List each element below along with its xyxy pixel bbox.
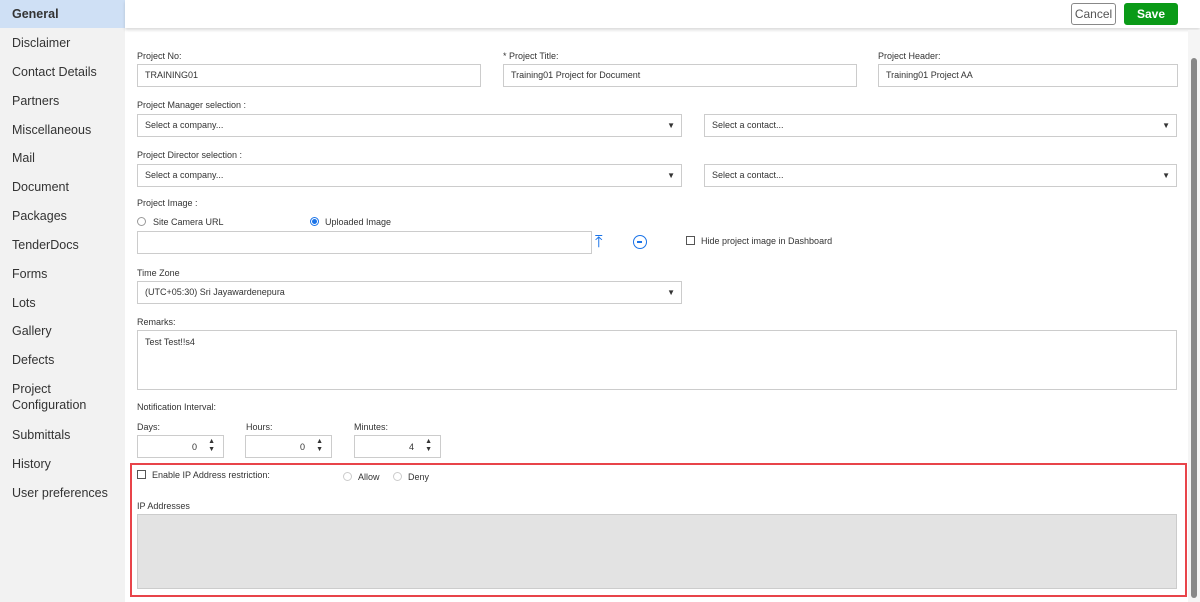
stepper-arrows-icon[interactable]: ▲ ▼ (425, 438, 432, 454)
sidebar-item-miscellaneous[interactable]: Miscellaneous (0, 122, 125, 138)
upload-icon[interactable]: ⤒ (595, 232, 603, 252)
chevron-down-icon: ▼ (1162, 121, 1170, 130)
hours-value: 0 (299, 442, 305, 452)
sidebar: General Disclaimer Contact Details Partn… (0, 0, 125, 602)
image-url-input[interactable] (137, 231, 592, 254)
ip-addresses-label: IP Addresses (137, 501, 190, 511)
remove-icon[interactable] (633, 235, 647, 249)
sidebar-item-user-preferences[interactable]: User preferences (0, 485, 125, 501)
stepper-arrows-icon[interactable]: ▲ ▼ (208, 438, 215, 454)
minutes-stepper[interactable]: 4 ▲ ▼ (354, 435, 441, 458)
hours-stepper[interactable]: 0 ▲ ▼ (245, 435, 332, 458)
pd-company-value: Select a company... (145, 170, 224, 180)
minutes-value: 4 (408, 442, 414, 452)
sidebar-item-disclaimer[interactable]: Disclaimer (0, 35, 125, 51)
minutes-label: Minutes: (354, 422, 389, 432)
project-no-label: Project No: (137, 51, 182, 61)
pm-company-select[interactable]: Select a company... ▼ (137, 114, 682, 137)
sidebar-item-tenderdocs[interactable]: TenderDocs (0, 237, 125, 253)
scrollbar[interactable] (1188, 30, 1200, 602)
sidebar-item-document[interactable]: Document (0, 179, 125, 195)
sidebar-item-partners[interactable]: Partners (0, 93, 125, 109)
project-header-label: Project Header: (878, 51, 941, 61)
site-camera-radio[interactable] (137, 217, 146, 226)
pm-contact-select[interactable]: Select a contact... ▼ (704, 114, 1177, 137)
sidebar-item-general[interactable]: General (0, 0, 125, 28)
ip-addresses-textarea[interactable] (137, 514, 1177, 589)
remarks-label: Remarks: (137, 317, 176, 327)
cancel-button[interactable]: Cancel (1071, 3, 1116, 25)
pm-company-value: Select a company... (145, 120, 224, 130)
timezone-value: (UTC+05:30) Sri Jayawardenepura (145, 287, 285, 297)
sidebar-item-defects[interactable]: Defects (0, 352, 125, 368)
timezone-label: Time Zone (137, 268, 180, 278)
project-image-label: Project Image : (137, 198, 198, 208)
pd-contact-select[interactable]: Select a contact... ▼ (704, 164, 1177, 187)
uploaded-image-label: Uploaded Image (325, 217, 392, 227)
chevron-down-icon: ▼ (667, 121, 675, 130)
project-title-input[interactable]: Training01 Project for Document (503, 64, 857, 87)
project-title-label: * Project Title: (503, 51, 559, 61)
deny-label: Deny (408, 472, 430, 482)
project-manager-label: Project Manager selection : (137, 100, 247, 110)
notification-interval-label: Notification Interval: (137, 402, 217, 412)
hide-image-label: Hide project image in Dashboard (701, 236, 833, 246)
allow-label: Allow (358, 472, 380, 482)
ip-restriction-label: Enable IP Address restriction: (152, 470, 270, 480)
sidebar-item-gallery[interactable]: Gallery (0, 323, 125, 339)
days-value: 0 (191, 442, 197, 452)
chevron-down-icon: ▼ (667, 288, 675, 297)
stepper-arrows-icon[interactable]: ▲ ▼ (316, 438, 323, 454)
sidebar-item-submittals[interactable]: Submittals (0, 427, 125, 443)
sidebar-item-mail[interactable]: Mail (0, 150, 125, 166)
deny-radio[interactable] (393, 472, 402, 481)
project-director-label: Project Director selection : (137, 150, 243, 160)
days-stepper[interactable]: 0 ▲ ▼ (137, 435, 224, 458)
site-camera-label: Site Camera URL (153, 217, 224, 227)
pm-contact-value: Select a contact... (712, 120, 784, 130)
sidebar-item-lots[interactable]: Lots (0, 295, 125, 311)
chevron-down-icon: ▼ (667, 171, 675, 180)
remarks-textarea[interactable]: Test Test!!s4 (137, 330, 1177, 390)
project-header-input[interactable]: Training01 Project AA (878, 64, 1178, 87)
hide-image-checkbox[interactable] (686, 236, 695, 245)
sidebar-item-contact-details[interactable]: Contact Details (0, 64, 125, 80)
scrollbar-thumb[interactable] (1191, 58, 1197, 598)
ip-restriction-checkbox[interactable] (137, 470, 146, 479)
save-button[interactable]: Save (1124, 3, 1178, 25)
uploaded-image-radio[interactable] (310, 217, 319, 226)
days-label: Days: (137, 422, 161, 432)
sidebar-item-forms[interactable]: Forms (0, 266, 125, 282)
sidebar-item-packages[interactable]: Packages (0, 208, 125, 224)
pd-contact-value: Select a contact... (712, 170, 784, 180)
chevron-down-icon: ▼ (1162, 171, 1170, 180)
hours-label: Hours: (246, 422, 273, 432)
allow-radio[interactable] (343, 472, 352, 481)
pd-company-select[interactable]: Select a company... ▼ (137, 164, 682, 187)
sidebar-item-history[interactable]: History (0, 456, 125, 472)
toolbar: Cancel Save (125, 0, 1200, 28)
timezone-select[interactable]: (UTC+05:30) Sri Jayawardenepura ▼ (137, 281, 682, 304)
sidebar-item-project-configuration[interactable]: Project Configuration (0, 381, 110, 413)
project-no-input[interactable]: TRAINING01 (137, 64, 481, 87)
